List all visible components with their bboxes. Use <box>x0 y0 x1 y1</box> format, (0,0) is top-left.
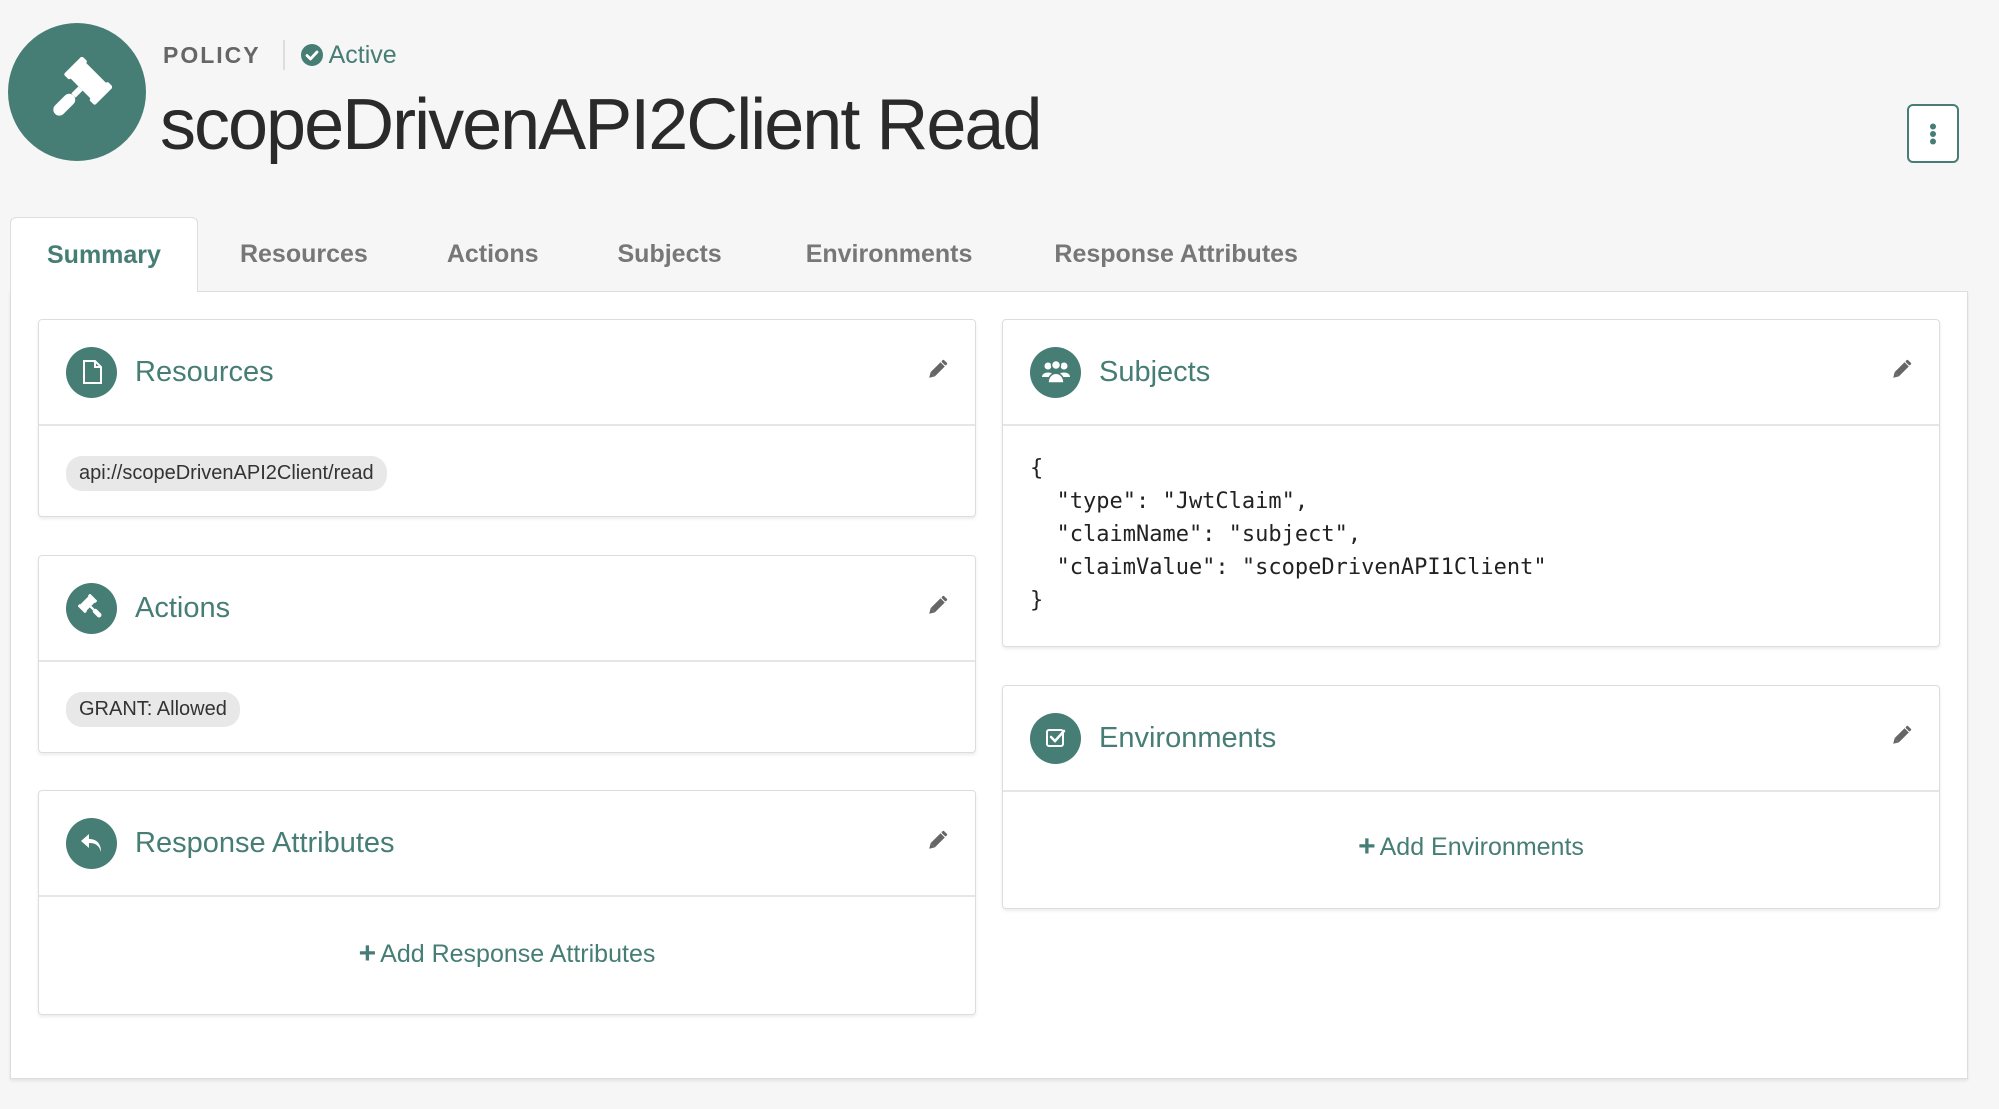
edit-environments-button[interactable] <box>1889 724 1913 753</box>
policy-meta: POLICY Active <box>163 40 397 70</box>
edit-response-attributes-button[interactable] <box>925 829 949 858</box>
policy-avatar <box>8 23 146 161</box>
card-title: Resources <box>135 355 274 388</box>
card-title: Actions <box>135 591 231 624</box>
tab-subjects[interactable]: Subjects <box>576 217 764 292</box>
tab-bar: Summary Resources Actions Subjects Envir… <box>10 217 1334 292</box>
subjects-card: Subjects { "type": "JwtClaim", "claimNam… <box>1002 319 1940 647</box>
status-badge: Active <box>300 40 397 70</box>
plus-icon: + <box>358 937 377 970</box>
tab-summary[interactable]: Summary <box>10 217 198 292</box>
tab-response-attributes[interactable]: Response Attributes <box>1014 217 1334 292</box>
add-environments-link[interactable]: + Add Environments <box>1030 830 1912 864</box>
card-title: Response Attributes <box>135 826 395 859</box>
more-options-button[interactable] <box>1907 104 1959 163</box>
pencil-icon <box>1893 359 1912 378</box>
check-circle-icon <box>300 44 323 66</box>
reply-icon <box>66 817 117 869</box>
edit-actions-button[interactable] <box>925 594 949 623</box>
edit-subjects-button[interactable] <box>1889 358 1913 387</box>
users-icon <box>1030 346 1081 398</box>
card-header: Subjects <box>1003 320 1939 426</box>
tab-environments[interactable]: Environments <box>764 217 1015 292</box>
checkbox-icon <box>1030 712 1081 764</box>
kebab-vertical-icon <box>1930 123 1936 144</box>
gavel-icon <box>66 582 117 634</box>
tab-resources[interactable]: Resources <box>198 217 410 292</box>
card-header: Actions <box>39 556 975 662</box>
card-header: Response Attributes <box>39 791 975 897</box>
add-environments-label: Add Environments <box>1379 832 1584 861</box>
resources-card: Resources api://scopeDrivenAPI2Client/re… <box>38 319 976 517</box>
pencil-icon <box>929 830 948 849</box>
file-icon <box>66 346 117 398</box>
response-attributes-card: Response Attributes + Add Response Attri… <box>38 790 976 1015</box>
add-response-attributes-label: Add Response Attributes <box>380 939 656 968</box>
card-header: Environments <box>1003 686 1939 792</box>
gavel-icon <box>53 57 112 116</box>
subject-condition-json: { "type": "JwtClaim", "claimName": "subj… <box>1030 456 1547 613</box>
tab-actions[interactable]: Actions <box>410 217 576 292</box>
card-title: Environments <box>1099 721 1277 754</box>
card-title: Subjects <box>1099 355 1211 388</box>
pencil-icon <box>1893 725 1912 744</box>
environments-card: Environments + Add Environments <box>1002 685 1940 909</box>
status-text: Active <box>328 40 397 69</box>
pencil-icon <box>929 359 948 378</box>
actions-card: Actions GRANT: Allowed <box>38 555 976 753</box>
add-response-attributes-link[interactable]: + Add Response Attributes <box>66 937 948 971</box>
page-title: scopeDrivenAPI2Client Read <box>160 85 1042 165</box>
plus-icon: + <box>1358 830 1376 863</box>
pencil-icon <box>929 595 948 614</box>
resource-pill: api://scopeDrivenAPI2Client/read <box>66 456 387 491</box>
action-pill: GRANT: Allowed <box>66 692 240 727</box>
divider <box>282 40 285 70</box>
entity-type-label: POLICY <box>163 41 261 68</box>
card-header: Resources <box>39 320 975 426</box>
edit-resources-button[interactable] <box>925 358 949 387</box>
